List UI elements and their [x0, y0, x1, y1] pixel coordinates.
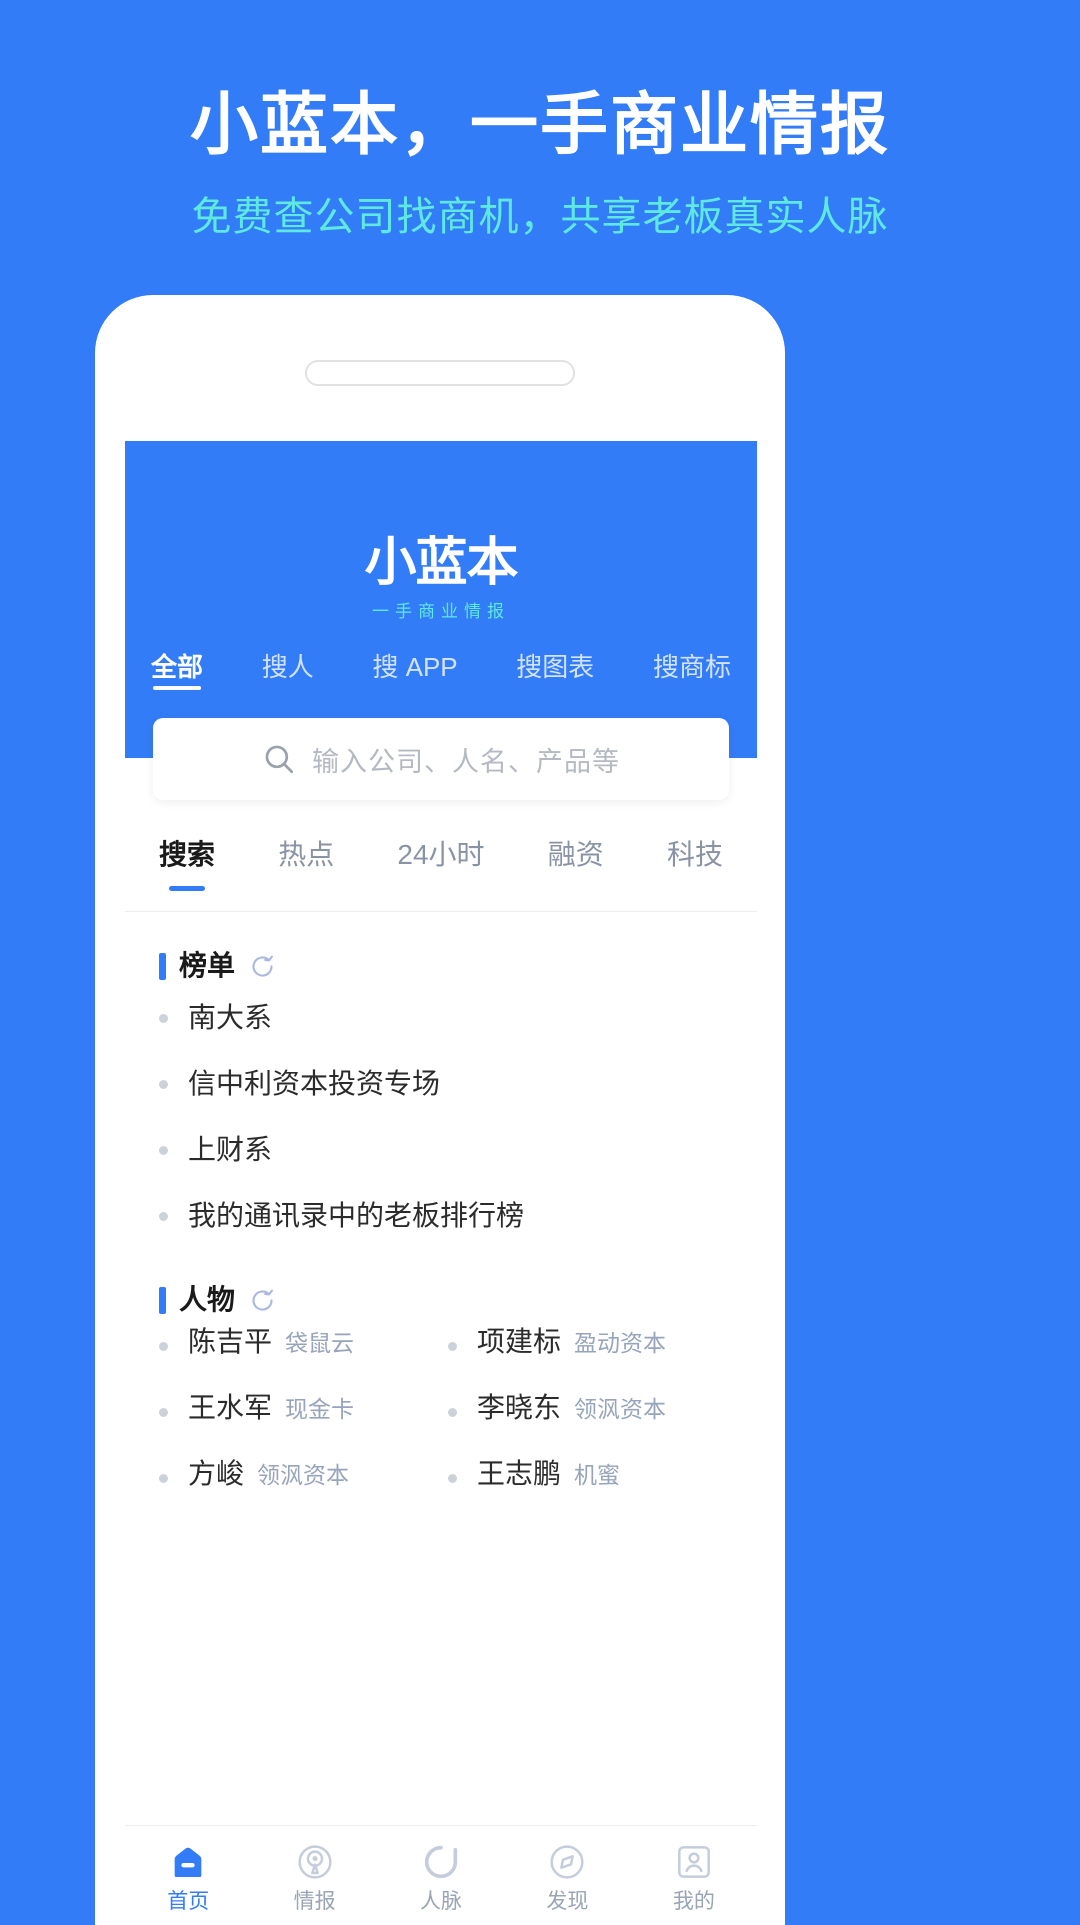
- tab-24hours[interactable]: 24小时: [397, 840, 484, 877]
- radar-icon: [295, 1840, 335, 1884]
- bullet-icon: [159, 1474, 168, 1483]
- compass-icon: [547, 1840, 587, 1884]
- section-accent-bar: [159, 952, 166, 980]
- promo-header: 小蓝本，一手商业情报 免费查公司找商机，共享老板真实人脉: [0, 0, 1080, 239]
- phone-mockup: 小蓝本 一手商业情报 全部 搜人 搜 APP 搜图表 搜商标 输入公司、人名、产…: [95, 295, 785, 1925]
- list-item[interactable]: 项建标 盈动资本: [448, 1328, 723, 1388]
- category-tabs: 全部 搜人 搜 APP 搜图表 搜商标: [125, 654, 757, 690]
- nav-item-profile[interactable]: 我的: [631, 1840, 757, 1912]
- category-tab-all[interactable]: 全部: [151, 654, 203, 690]
- bullet-icon: [159, 1408, 168, 1417]
- nav-item-home[interactable]: 首页: [125, 1840, 251, 1912]
- phone-speaker-slot: [305, 360, 575, 386]
- tab-tech[interactable]: 科技: [667, 840, 723, 877]
- network-icon: [421, 1840, 461, 1884]
- bullet-icon: [159, 1211, 168, 1221]
- person-name: 方峻: [188, 1458, 245, 1489]
- nav-label-discover: 发现: [546, 1889, 589, 1913]
- tab-hotspot[interactable]: 热点: [278, 840, 334, 877]
- app-screen: 小蓝本 一手商业情报 全部 搜人 搜 APP 搜图表 搜商标 输入公司、人名、产…: [125, 441, 757, 1925]
- list-item[interactable]: 陈吉平 袋鼠云: [159, 1328, 434, 1388]
- ranking-section: 榜单 南大系 信中利资本投资专场 上财系 我的通讯录中的老板排行榜: [125, 952, 757, 1246]
- ranking-item-label: 上财系: [188, 1134, 273, 1165]
- bullet-icon: [159, 1079, 168, 1089]
- person-company: 机蜜: [574, 1462, 621, 1488]
- ranking-section-header: 榜单: [159, 952, 723, 980]
- home-icon: [168, 1840, 208, 1884]
- nav-label-network: 人脉: [420, 1889, 463, 1913]
- tab-funding[interactable]: 融资: [548, 840, 604, 877]
- person-name: 项建标: [477, 1326, 562, 1357]
- profile-icon: [674, 1840, 714, 1884]
- person-company: 领沨资本: [257, 1462, 350, 1488]
- nav-label-intel: 情报: [293, 1889, 336, 1913]
- people-section-title: 人物: [179, 1284, 236, 1315]
- people-grid: 陈吉平 袋鼠云 项建标 盈动资本 王水军 现金卡 李晓东 领沨资本 方峻 领沨资…: [159, 1322, 723, 1520]
- person-company: 袋鼠云: [285, 1330, 355, 1356]
- app-logo-text: 小蓝本: [364, 534, 518, 592]
- bullet-icon: [159, 1013, 168, 1023]
- bullet-icon: [448, 1408, 457, 1417]
- category-tab-trademark[interactable]: 搜商标: [653, 654, 731, 690]
- search-icon: [262, 742, 296, 776]
- person-name: 王志鹏: [477, 1458, 562, 1489]
- list-item[interactable]: 上财系: [159, 1120, 723, 1180]
- search-placeholder-text: 输入公司、人名、产品等: [312, 746, 620, 777]
- person-company: 盈动资本: [574, 1330, 667, 1356]
- nav-label-profile: 我的: [672, 1889, 715, 1913]
- ranking-section-title: 榜单: [179, 950, 236, 981]
- category-tab-app[interactable]: 搜 APP: [372, 654, 457, 690]
- list-item[interactable]: 李晓东 领沨资本: [448, 1394, 723, 1454]
- bottom-navigation: 首页 情报 人脉 发现 我的: [125, 1825, 757, 1925]
- person-company: 领沨资本: [574, 1396, 667, 1422]
- search-input[interactable]: 输入公司、人名、产品等: [153, 718, 729, 800]
- category-tab-people[interactable]: 搜人: [262, 654, 314, 690]
- bullet-icon: [159, 1145, 168, 1155]
- bullet-icon: [159, 1342, 168, 1351]
- refresh-icon[interactable]: [249, 1287, 276, 1314]
- people-section: 人物 陈吉平 袋鼠云 项建标 盈动资本 王水军 现金卡 李晓东 领沨资本 方峻 …: [125, 1286, 757, 1520]
- list-item[interactable]: 王水军 现金卡: [159, 1394, 434, 1454]
- list-item[interactable]: 信中利资本投资专场: [159, 1054, 723, 1114]
- person-company: 现金卡: [285, 1396, 355, 1422]
- list-item[interactable]: 我的通讯录中的老板排行榜: [159, 1186, 723, 1246]
- bullet-icon: [448, 1474, 457, 1483]
- content-tabs: 搜索 热点 24小时 融资 科技: [125, 806, 757, 912]
- promo-subtitle: 免费查公司找商机，共享老板真实人脉: [191, 194, 889, 239]
- nav-label-home: 首页: [167, 1889, 210, 1913]
- ranking-item-label: 信中利资本投资专场: [188, 1068, 441, 1099]
- person-name: 李晓东: [477, 1392, 562, 1423]
- promo-title: 小蓝本，一手商业情报: [189, 87, 890, 163]
- app-logo-block: 小蓝本 一手商业情报: [125, 441, 757, 620]
- nav-item-intel[interactable]: 情报: [251, 1840, 377, 1912]
- list-item[interactable]: 王志鹏 机蜜: [448, 1460, 723, 1520]
- people-section-header: 人物: [159, 1286, 723, 1314]
- list-item[interactable]: 方峻 领沨资本: [159, 1460, 434, 1520]
- ranking-item-label: 南大系: [188, 1002, 273, 1033]
- list-item[interactable]: 南大系: [159, 988, 723, 1048]
- section-accent-bar: [159, 1286, 166, 1314]
- bullet-icon: [448, 1342, 457, 1351]
- person-name: 陈吉平: [188, 1326, 273, 1357]
- category-tab-chart[interactable]: 搜图表: [516, 654, 594, 690]
- person-name: 王水军: [188, 1392, 273, 1423]
- app-logo-tagline: 一手商业情报: [372, 602, 510, 621]
- nav-item-network[interactable]: 人脉: [378, 1840, 504, 1912]
- nav-item-discover[interactable]: 发现: [504, 1840, 630, 1912]
- refresh-icon[interactable]: [249, 953, 276, 980]
- ranking-item-label: 我的通讯录中的老板排行榜: [188, 1200, 525, 1231]
- app-header: 小蓝本 一手商业情报 全部 搜人 搜 APP 搜图表 搜商标 输入公司、人名、产…: [125, 441, 757, 800]
- tab-search[interactable]: 搜索: [159, 840, 215, 891]
